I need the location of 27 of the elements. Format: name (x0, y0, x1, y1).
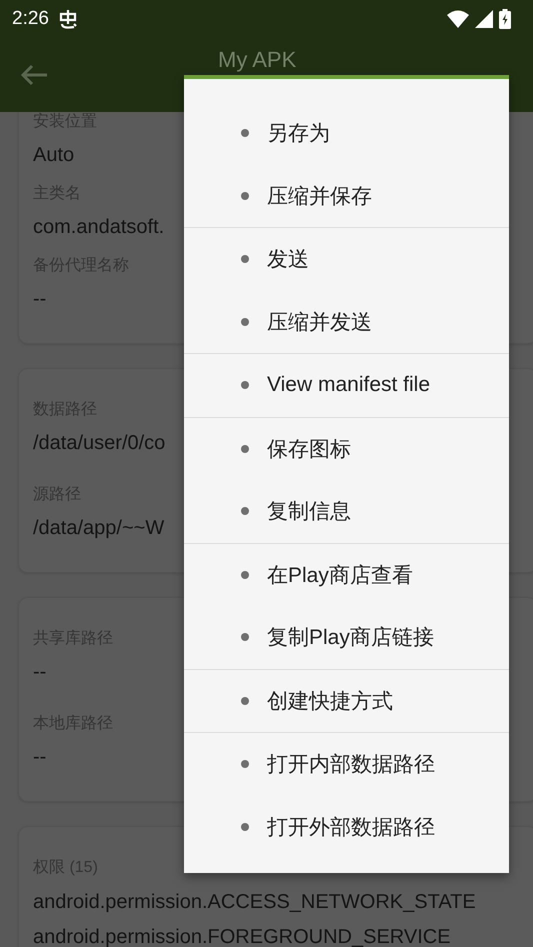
status-time: 2:26 (12, 8, 49, 30)
permission-text: android.permission.ACCESS_NETWORK_STATE (33, 890, 476, 915)
menu-item[interactable]: 另存为 (184, 102, 509, 164)
menu-item[interactable]: 压缩并保存 (184, 164, 509, 227)
field-value: com.andatsoft. (33, 215, 164, 240)
permission-text: android.permission.FOREGROUND_SERVICE (33, 925, 451, 947)
wifi-icon (447, 10, 469, 28)
field-value: -- (33, 745, 46, 770)
menu-item[interactable]: 创建快捷方式 (184, 670, 509, 732)
menu-item[interactable]: 复制Play商店链接 (184, 606, 509, 668)
field-value: -- (33, 287, 46, 312)
menu-item[interactable]: 复制信息 (184, 480, 509, 542)
menu-item[interactable]: 打开外部数据路径 (184, 796, 509, 858)
menu-item[interactable]: 保存图标 (184, 418, 509, 480)
menu-item[interactable]: 在Play商店查看 (184, 544, 509, 606)
field-value: Auto (33, 143, 74, 168)
field-value: -- (33, 660, 46, 685)
field-value: /data/user/0/co (33, 431, 166, 456)
menu-item[interactable]: View manifest file (184, 354, 509, 416)
menu-item[interactable]: 发送 (184, 228, 509, 290)
signal-icon (475, 10, 493, 28)
back-icon[interactable] (20, 64, 48, 86)
battery-icon (499, 8, 511, 28)
field-value: /data/app/~~W (33, 516, 164, 541)
menu-item[interactable]: 压缩并发送 (184, 290, 509, 353)
menu-item[interactable]: 打开内部数据路径 (184, 733, 509, 796)
app-title: My APK (218, 46, 296, 72)
